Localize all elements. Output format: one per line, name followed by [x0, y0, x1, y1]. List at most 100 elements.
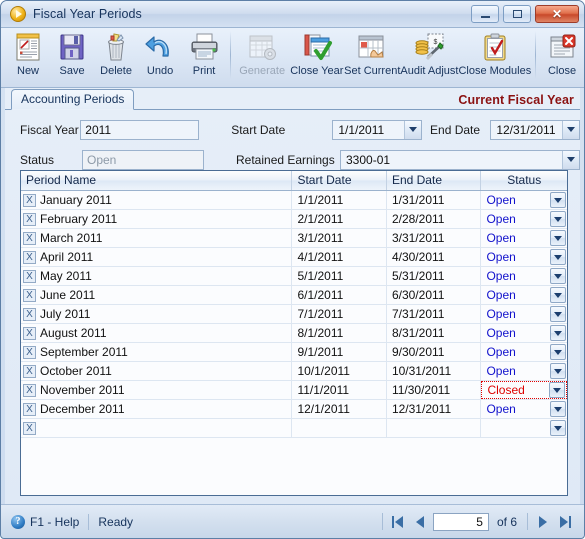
table-row[interactable]: X August 2011 8/1/2011 8/31/2011 Open — [21, 324, 567, 343]
table-row[interactable]: X April 2011 4/1/2011 4/30/2011 Open — [21, 248, 567, 267]
cell-start-date[interactable]: 1/1/2011 — [292, 191, 387, 209]
delete-row-icon[interactable]: X — [23, 288, 36, 302]
cell-period-name[interactable]: X December 2011 — [21, 400, 293, 418]
help-label[interactable]: F1 - Help — [30, 515, 79, 529]
cell-end-date[interactable]: 10/31/2011 — [387, 362, 482, 380]
cell-status[interactable]: Open — [481, 305, 567, 323]
cell-status[interactable]: Open — [481, 362, 567, 380]
cell-period-name[interactable]: X October 2011 — [21, 362, 293, 380]
cell-start-date[interactable]: 12/1/2011 — [292, 400, 387, 418]
cell-end-date[interactable] — [387, 419, 482, 437]
cell-period-name[interactable]: X May 2011 — [21, 267, 293, 285]
delete-row-icon[interactable]: X — [23, 326, 36, 340]
toolbar-button-set-current[interactable]: Set Current — [344, 28, 400, 85]
cell-end-date[interactable]: 11/30/2011 — [387, 381, 482, 399]
chevron-down-icon[interactable] — [550, 344, 566, 360]
column-header-end-date[interactable]: End Date — [387, 171, 482, 190]
delete-row-icon[interactable]: X — [23, 383, 36, 397]
table-row[interactable]: X July 2011 7/1/2011 7/31/2011 Open — [21, 305, 567, 324]
delete-row-icon[interactable]: X — [23, 421, 36, 435]
toolbar-button-new[interactable]: New — [6, 28, 50, 85]
chevron-down-icon[interactable] — [550, 325, 566, 341]
tab-accounting-periods[interactable]: Accounting Periods — [11, 89, 135, 110]
toolbar-button-close-modules[interactable]: Close Modules — [458, 28, 531, 85]
delete-row-icon[interactable]: X — [23, 402, 36, 416]
end-date-combo[interactable]: 12/31/2011 — [490, 119, 580, 140]
cell-status[interactable]: Open — [481, 286, 567, 304]
cell-start-date[interactable]: 3/1/2011 — [292, 229, 387, 247]
toolbar-button-print[interactable]: Print — [182, 28, 226, 85]
column-header-start-date[interactable]: Start Date — [292, 171, 387, 190]
delete-row-icon[interactable]: X — [23, 231, 36, 245]
cell-end-date[interactable]: 2/28/2011 — [387, 210, 482, 228]
table-row[interactable]: X March 2011 3/1/2011 3/31/2011 Open — [21, 229, 567, 248]
close-window-button[interactable]: ✕ — [535, 5, 579, 23]
cell-start-date[interactable]: 6/1/2011 — [292, 286, 387, 304]
cell-start-date[interactable]: 5/1/2011 — [292, 267, 387, 285]
cell-start-date[interactable]: 4/1/2011 — [292, 248, 387, 266]
chevron-down-icon[interactable] — [550, 211, 566, 227]
chevron-down-icon[interactable] — [550, 306, 566, 322]
chevron-down-icon[interactable] — [404, 120, 422, 139]
first-record-button[interactable] — [387, 512, 409, 532]
cell-status[interactable] — [481, 419, 567, 437]
cell-period-name[interactable]: X June 2011 — [21, 286, 293, 304]
toolbar-button-audit-adjust[interactable]: $ Audit Adjust — [400, 28, 458, 85]
column-header-period-name[interactable]: Period Name — [21, 171, 293, 190]
cell-end-date[interactable]: 3/31/2011 — [387, 229, 482, 247]
cell-status[interactable]: Open — [481, 324, 567, 342]
chevron-down-icon[interactable] — [550, 192, 566, 208]
cell-status[interactable]: Open — [481, 229, 567, 247]
fiscal-year-input[interactable]: 2011 — [80, 119, 200, 140]
delete-row-icon[interactable]: X — [23, 364, 36, 378]
delete-row-icon[interactable]: X — [23, 345, 36, 359]
chevron-down-icon[interactable] — [550, 287, 566, 303]
chevron-down-icon[interactable] — [550, 230, 566, 246]
minimize-button[interactable] — [471, 5, 499, 23]
cell-end-date[interactable]: 9/30/2011 — [387, 343, 482, 361]
cell-end-date[interactable]: 12/31/2011 — [387, 400, 482, 418]
cell-end-date[interactable]: 6/30/2011 — [387, 286, 482, 304]
cell-status[interactable]: Open — [481, 267, 567, 285]
cell-period-name[interactable]: X April 2011 — [21, 248, 293, 266]
chevron-down-icon[interactable] — [550, 268, 566, 284]
cell-period-name[interactable]: X March 2011 — [21, 229, 293, 247]
cell-end-date[interactable]: 1/31/2011 — [387, 191, 482, 209]
delete-row-icon[interactable]: X — [23, 250, 36, 264]
cell-status[interactable]: Closed — [481, 381, 567, 399]
toolbar-button-undo[interactable]: Undo — [138, 28, 182, 85]
last-record-button[interactable] — [554, 512, 576, 532]
cell-start-date[interactable]: 9/1/2011 — [292, 343, 387, 361]
chevron-down-icon[interactable] — [562, 120, 579, 139]
toolbar-button-delete[interactable]: Delete — [94, 28, 138, 85]
cell-period-name[interactable]: X January 2011 — [21, 191, 293, 209]
toolbar-button-close-year[interactable]: Close Year — [289, 28, 344, 85]
cell-end-date[interactable]: 7/31/2011 — [387, 305, 482, 323]
cell-period-name[interactable]: X — [21, 419, 293, 437]
cell-status[interactable]: Open — [481, 343, 567, 361]
cell-start-date[interactable]: 2/1/2011 — [292, 210, 387, 228]
cell-end-date[interactable]: 5/31/2011 — [387, 267, 482, 285]
table-row[interactable]: X February 2011 2/1/2011 2/28/2011 Open — [21, 210, 567, 229]
start-date-combo[interactable]: 1/1/2011 — [332, 119, 423, 140]
previous-record-button[interactable] — [409, 512, 431, 532]
cell-period-name[interactable]: X August 2011 — [21, 324, 293, 342]
chevron-down-icon[interactable] — [562, 150, 579, 169]
delete-row-icon[interactable]: X — [23, 212, 36, 226]
table-row[interactable]: X September 2011 9/1/2011 9/30/2011 Open — [21, 343, 567, 362]
cell-start-date[interactable] — [292, 419, 387, 437]
table-row[interactable]: X December 2011 12/1/2011 12/31/2011 Open — [21, 400, 567, 419]
table-row[interactable]: X January 2011 1/1/2011 1/31/2011 Open — [21, 191, 567, 210]
cell-status[interactable]: Open — [481, 191, 567, 209]
table-row[interactable]: X November 2011 11/1/2011 11/30/2011 Closed — [21, 381, 567, 400]
chevron-down-icon[interactable] — [549, 382, 566, 398]
table-row[interactable]: X May 2011 5/1/2011 5/31/2011 Open — [21, 267, 567, 286]
table-row[interactable]: X — [21, 419, 567, 438]
cell-period-name[interactable]: X September 2011 — [21, 343, 293, 361]
next-record-button[interactable] — [532, 512, 554, 532]
cell-start-date[interactable]: 11/1/2011 — [292, 381, 387, 399]
cell-start-date[interactable]: 10/1/2011 — [292, 362, 387, 380]
toolbar-button-close[interactable]: Close — [540, 28, 584, 85]
cell-status[interactable]: Open — [481, 400, 567, 418]
cell-status[interactable]: Open — [481, 248, 567, 266]
